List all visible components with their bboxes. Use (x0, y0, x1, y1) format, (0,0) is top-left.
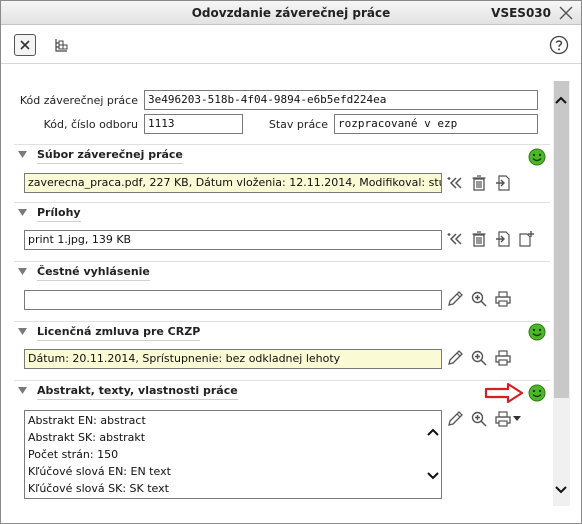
print-icon[interactable] (494, 410, 512, 428)
close-icon (20, 40, 30, 50)
status-field[interactable]: rozpracované v ezp (334, 114, 538, 134)
content-scrollbar[interactable] (553, 81, 570, 506)
abstract-line: Abstrakt EN: abstract (28, 414, 146, 427)
help-icon[interactable] (549, 35, 569, 55)
chevron-down-icon[interactable] (426, 471, 440, 481)
section-title: Licenčná zmluva pre CRZP (37, 325, 201, 341)
status-label: Stav práce (268, 118, 328, 131)
abstract-line: Kľúčové slová EN: EN text (28, 465, 171, 478)
tree-icon[interactable] (53, 37, 69, 53)
section-thesis-file[interactable]: Súbor záverečnej práce (14, 144, 550, 166)
zoom-icon[interactable] (470, 290, 488, 308)
print-icon[interactable] (494, 349, 512, 367)
export-icon[interactable] (494, 230, 512, 248)
scrollbar-thumb[interactable] (554, 81, 569, 398)
section-title: Čestné vyhlásenie (37, 265, 150, 281)
delete-icon[interactable] (470, 230, 488, 248)
toolbar (1, 26, 581, 64)
abstract-line: Kľúčové slová SK: SK text (28, 482, 169, 495)
export-icon[interactable] (494, 174, 512, 192)
section-attachments[interactable]: Prílohy (14, 202, 550, 224)
chevron-up-icon[interactable] (554, 95, 568, 105)
chevron-up-icon[interactable] (426, 427, 440, 437)
form-content: Kód záverečnej práce 3e496203-518b-4f04-… (14, 81, 550, 506)
section-title: Súbor záverečnej práce (37, 148, 183, 164)
title-bar: Odovzdanie záverečnej práce VSES030 (1, 1, 581, 25)
close-icon[interactable] (557, 4, 575, 22)
remove-all-icon[interactable] (446, 230, 464, 248)
print-icon[interactable] (494, 290, 512, 308)
abstract-textarea[interactable]: Abstrakt EN: abstract Abstrakt SK: abstr… (24, 410, 442, 499)
section-license[interactable]: Licenčná zmluva pre CRZP (14, 321, 550, 343)
section-title: Abstrakt, texty, vlastnosti práce (37, 384, 238, 400)
edit-icon[interactable] (446, 349, 464, 367)
abstract-line: Počet strán: 150 (28, 448, 119, 461)
dept-field[interactable]: 1113 (144, 114, 243, 134)
window-code: VSES030 (491, 6, 551, 20)
collapse-icon[interactable] (18, 209, 27, 217)
edit-icon[interactable] (446, 290, 464, 308)
zoom-icon[interactable] (470, 410, 488, 428)
code-field[interactable]: 3e496203-518b-4f04-9894-e6b5efd224ea (144, 90, 538, 110)
section-abstract[interactable]: Abstrakt, texty, vlastnosti práce (14, 380, 550, 402)
attachments-field[interactable]: print 1.jpg, 139 KB (24, 230, 442, 250)
dropdown-arrow-icon[interactable] (513, 416, 521, 422)
collapse-icon[interactable] (18, 328, 27, 336)
license-field[interactable]: Dátum: 20.11.2014, Sprístupnenie: bez od… (24, 349, 442, 369)
arrow-right-icon (484, 383, 524, 403)
abstract-line: Abstrakt SK: abstrakt (28, 431, 146, 444)
collapse-icon[interactable] (18, 387, 27, 395)
chevron-down-icon[interactable] (554, 485, 568, 495)
smiley-ok-icon (528, 148, 546, 166)
section-declaration[interactable]: Čestné vyhlásenie (14, 261, 550, 283)
code-label: Kód záverečnej práce (19, 94, 138, 107)
collapse-icon[interactable] (18, 268, 27, 276)
delete-icon[interactable] (470, 174, 488, 192)
dialog-window: Odovzdanie záverečnej práce VSES030 Kód … (0, 0, 582, 524)
smiley-ok-icon (528, 384, 546, 402)
textarea-scrollbar[interactable] (425, 411, 441, 498)
close-button[interactable] (14, 34, 36, 56)
smiley-ok-icon (528, 323, 546, 341)
section-title: Prílohy (37, 206, 81, 222)
edit-icon[interactable] (446, 410, 464, 428)
thesis-file-field[interactable]: zaverecna_praca.pdf, 227 KB, Dátum vlože… (24, 173, 442, 193)
zoom-icon[interactable] (470, 349, 488, 367)
declaration-field[interactable] (24, 290, 442, 310)
remove-all-icon[interactable] (446, 174, 464, 192)
add-file-icon[interactable] (517, 230, 535, 248)
collapse-icon[interactable] (18, 151, 27, 159)
dept-label: Kód, číslo odboru (43, 118, 138, 131)
